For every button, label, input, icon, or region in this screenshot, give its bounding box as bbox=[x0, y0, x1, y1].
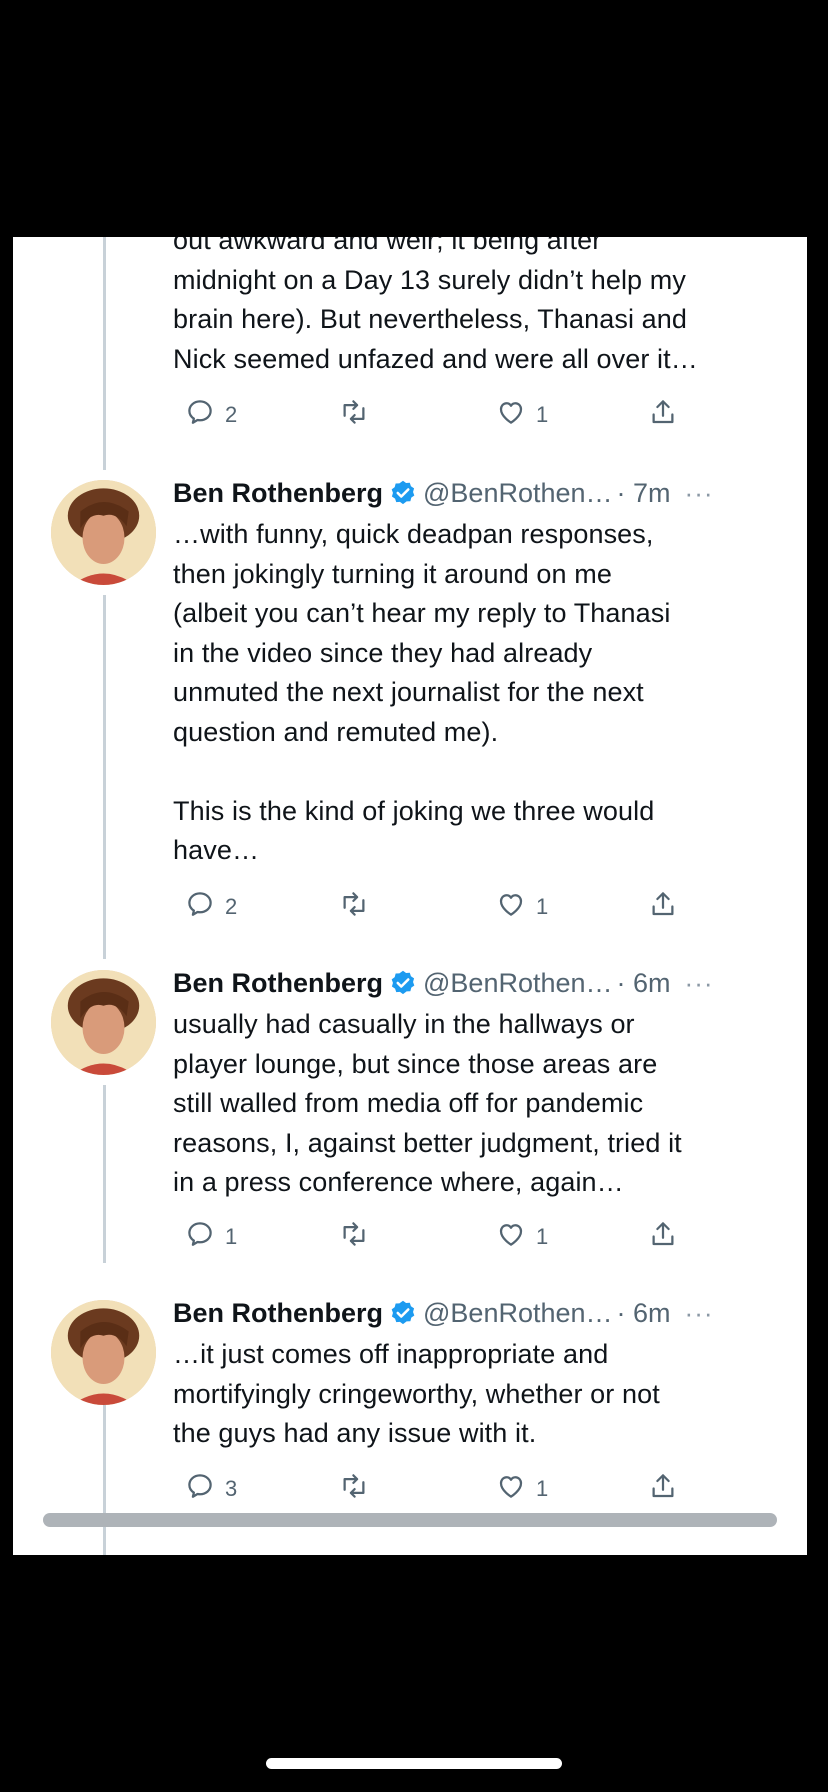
tweet-time: · 7m bbox=[616, 477, 671, 508]
heart-icon bbox=[496, 1219, 526, 1255]
reply-button[interactable]: 3 bbox=[185, 1469, 237, 1509]
heart-icon bbox=[496, 397, 526, 433]
heart-icon bbox=[496, 889, 526, 925]
tweet-time: · 6m bbox=[616, 967, 671, 998]
author-name[interactable]: Ben Rothenberg bbox=[173, 968, 383, 999]
retweet-button[interactable] bbox=[339, 1469, 369, 1509]
tweet-actions: 3 1 bbox=[173, 1469, 793, 1509]
tweet-thread[interactable]: out awkward and weir; it being after mid… bbox=[13, 237, 807, 1555]
reply-icon bbox=[185, 1471, 215, 1507]
like-count: 1 bbox=[536, 1476, 549, 1501]
reply-icon bbox=[185, 1219, 215, 1255]
author-name[interactable]: Ben Rothenberg bbox=[173, 1298, 383, 1329]
thread-line bbox=[103, 595, 106, 959]
more-options-icon[interactable]: ··· bbox=[685, 478, 714, 509]
retweet-icon bbox=[339, 889, 369, 925]
screen: out awkward and weir; it being after mid… bbox=[0, 0, 828, 1792]
tweet-header: Ben Rothenberg @BenRothen… · 7m ··· bbox=[173, 473, 803, 513]
horizontal-scrollbar[interactable] bbox=[43, 1513, 777, 1527]
like-button[interactable]: 1 bbox=[496, 887, 548, 927]
reply-button[interactable]: 1 bbox=[185, 1217, 237, 1257]
tweet-text: out awkward and weir; it being after mid… bbox=[173, 237, 698, 374]
reply-count: 2 bbox=[225, 894, 238, 919]
author-handle[interactable]: @BenRothen… bbox=[423, 478, 613, 509]
author-name[interactable]: Ben Rothenberg bbox=[173, 478, 383, 509]
tweet-actions: 2 1 bbox=[173, 395, 793, 435]
verified-badge-icon bbox=[389, 969, 417, 997]
tweet-time: · 6m bbox=[616, 1297, 671, 1328]
tweet-actions: 1 1 bbox=[173, 1217, 793, 1257]
retweet-button[interactable] bbox=[339, 1217, 369, 1257]
share-button[interactable] bbox=[648, 1217, 678, 1257]
like-count: 1 bbox=[536, 402, 549, 427]
like-count: 1 bbox=[536, 894, 549, 919]
reply-count: 2 bbox=[225, 402, 238, 427]
avatar[interactable] bbox=[51, 970, 156, 1075]
retweet-button[interactable] bbox=[339, 395, 369, 435]
author-handle[interactable]: @BenRothen… bbox=[423, 1298, 613, 1329]
reply-count: 1 bbox=[225, 1224, 238, 1249]
heart-icon bbox=[496, 1471, 526, 1507]
tweet-text: …it just comes off inappropriate and mor… bbox=[173, 1339, 660, 1448]
reply-button[interactable]: 2 bbox=[185, 395, 237, 435]
share-button[interactable] bbox=[648, 887, 678, 927]
reply-icon bbox=[185, 397, 215, 433]
more-options-icon[interactable]: ··· bbox=[685, 968, 714, 999]
retweet-icon bbox=[339, 1219, 369, 1255]
tweet-text: …with funny, quick deadpan responses, th… bbox=[173, 519, 671, 865]
avatar[interactable] bbox=[51, 480, 156, 585]
avatar[interactable] bbox=[51, 1300, 156, 1405]
share-icon bbox=[648, 889, 678, 925]
like-count: 1 bbox=[536, 1224, 549, 1249]
reply-button[interactable]: 2 bbox=[185, 887, 237, 927]
share-icon bbox=[648, 1471, 678, 1507]
share-button[interactable] bbox=[648, 395, 678, 435]
like-button[interactable]: 1 bbox=[496, 1469, 548, 1509]
retweet-button[interactable] bbox=[339, 887, 369, 927]
thread-line bbox=[103, 1405, 106, 1555]
retweet-icon bbox=[339, 1471, 369, 1507]
more-options-icon[interactable]: ··· bbox=[685, 1298, 714, 1329]
share-icon bbox=[648, 397, 678, 433]
like-button[interactable]: 1 bbox=[496, 395, 548, 435]
reply-icon bbox=[185, 889, 215, 925]
tweet-header: Ben Rothenberg @BenRothen… · 6m ··· bbox=[173, 1293, 803, 1333]
verified-badge-icon bbox=[389, 479, 417, 507]
retweet-icon bbox=[339, 397, 369, 433]
share-icon bbox=[648, 1219, 678, 1255]
thread-line bbox=[103, 237, 106, 470]
home-indicator[interactable] bbox=[266, 1758, 562, 1769]
thread-line bbox=[103, 1085, 106, 1263]
tweet-text: usually had casually in the hallways or … bbox=[173, 1009, 682, 1197]
like-button[interactable]: 1 bbox=[496, 1217, 548, 1257]
verified-badge-icon bbox=[389, 1299, 417, 1327]
tweet-header: Ben Rothenberg @BenRothen… · 6m ··· bbox=[173, 963, 803, 1003]
reply-count: 3 bbox=[225, 1476, 238, 1501]
share-button[interactable] bbox=[648, 1469, 678, 1509]
tweet-actions: 2 1 bbox=[173, 887, 793, 927]
author-handle[interactable]: @BenRothen… bbox=[423, 968, 613, 999]
